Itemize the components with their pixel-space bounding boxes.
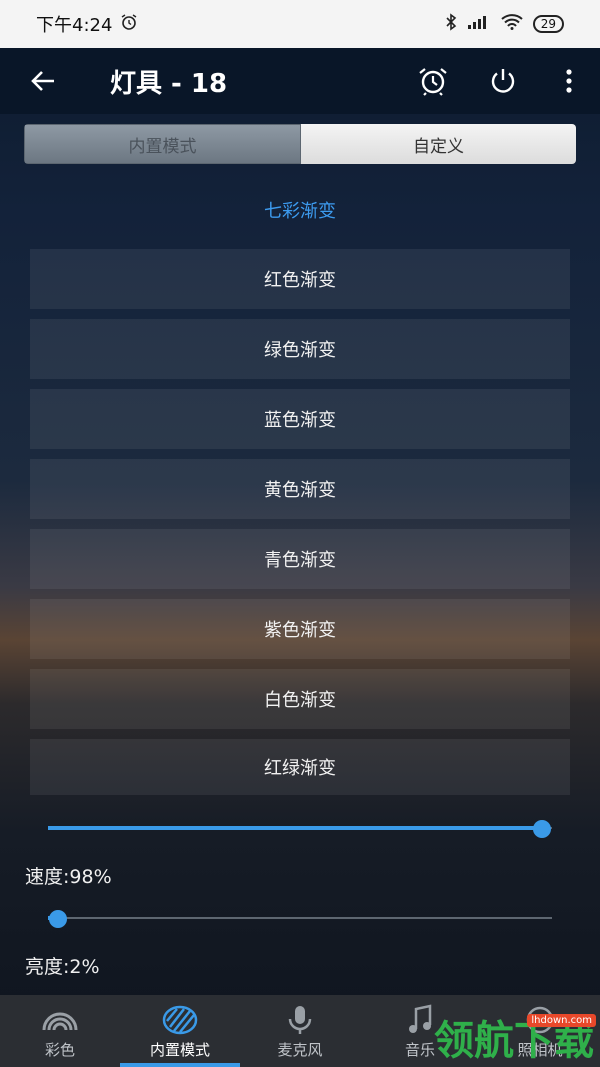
alarm-status-icon bbox=[120, 13, 138, 36]
speed-slider[interactable] bbox=[48, 818, 552, 838]
alarm-clock-icon bbox=[419, 68, 447, 96]
battery-indicator: 29 bbox=[532, 15, 564, 33]
mode-item-red-green[interactable]: 红绿渐变 bbox=[30, 739, 570, 795]
mode-list: 红色渐变 绿色渐变 蓝色渐变 黄色渐变 青色渐变 紫色渐变 白色渐变 红绿渐变 bbox=[30, 249, 570, 805]
microphone-icon bbox=[286, 1003, 314, 1037]
power-button[interactable] bbox=[468, 48, 538, 114]
nav-item-color[interactable]: 彩色 bbox=[0, 995, 120, 1067]
wifi-icon bbox=[501, 14, 523, 34]
speed-slider-thumb[interactable] bbox=[533, 820, 551, 838]
mode-item-green[interactable]: 绿色渐变 bbox=[30, 319, 570, 379]
tab-custom[interactable]: 自定义 bbox=[301, 124, 576, 164]
brightness-slider[interactable] bbox=[48, 908, 552, 928]
speed-slider-fill bbox=[48, 826, 542, 830]
more-vert-icon bbox=[566, 69, 572, 93]
rainbow-icon bbox=[41, 1003, 79, 1037]
watermark-url: lhdown.com bbox=[527, 1014, 596, 1027]
signal-icon bbox=[467, 14, 491, 34]
mode-item-blue[interactable]: 蓝色渐变 bbox=[30, 389, 570, 449]
speed-label: 速度:98% bbox=[25, 866, 112, 888]
mode-item-white[interactable]: 白色渐变 bbox=[30, 669, 570, 729]
mode-item-purple[interactable]: 紫色渐变 bbox=[30, 599, 570, 659]
page-title: 灯具 - 18 bbox=[110, 68, 228, 99]
nav-label-microphone: 麦克风 bbox=[277, 1040, 323, 1059]
mode-item-red[interactable]: 红色渐变 bbox=[30, 249, 570, 309]
brightness-slider-track bbox=[48, 917, 552, 919]
back-button[interactable] bbox=[0, 48, 86, 114]
nav-label-music: 音乐 bbox=[404, 1040, 435, 1059]
status-time: 下午4:24 bbox=[36, 15, 113, 36]
arrow-left-icon bbox=[31, 71, 54, 91]
nav-item-builtin-mode[interactable]: 内置模式 bbox=[120, 995, 240, 1067]
nav-label-color: 彩色 bbox=[44, 1040, 75, 1059]
app-toolbar: 灯具 - 18 bbox=[0, 48, 600, 114]
tab-builtin-mode[interactable]: 内置模式 bbox=[24, 124, 301, 164]
brightness-label: 亮度:2% bbox=[25, 956, 100, 978]
alarm-button[interactable] bbox=[398, 48, 468, 114]
music-note-icon bbox=[406, 1003, 434, 1037]
more-options-button[interactable] bbox=[538, 48, 600, 114]
striped-circle-icon bbox=[162, 1003, 198, 1037]
power-icon bbox=[491, 69, 515, 93]
mode-item-yellow[interactable]: 黄色渐变 bbox=[30, 459, 570, 519]
bluetooth-icon bbox=[445, 13, 457, 35]
status-bar: 下午4:24 29 bbox=[0, 0, 600, 48]
mode-item-selected[interactable]: 七彩渐变 bbox=[0, 190, 600, 230]
nav-label-builtin-mode: 内置模式 bbox=[149, 1040, 210, 1059]
brightness-slider-thumb[interactable] bbox=[49, 910, 67, 928]
mode-item-cyan[interactable]: 青色渐变 bbox=[30, 529, 570, 589]
mode-segmented-control: 内置模式 自定义 bbox=[24, 124, 576, 164]
nav-item-microphone[interactable]: 麦克风 bbox=[240, 995, 360, 1067]
